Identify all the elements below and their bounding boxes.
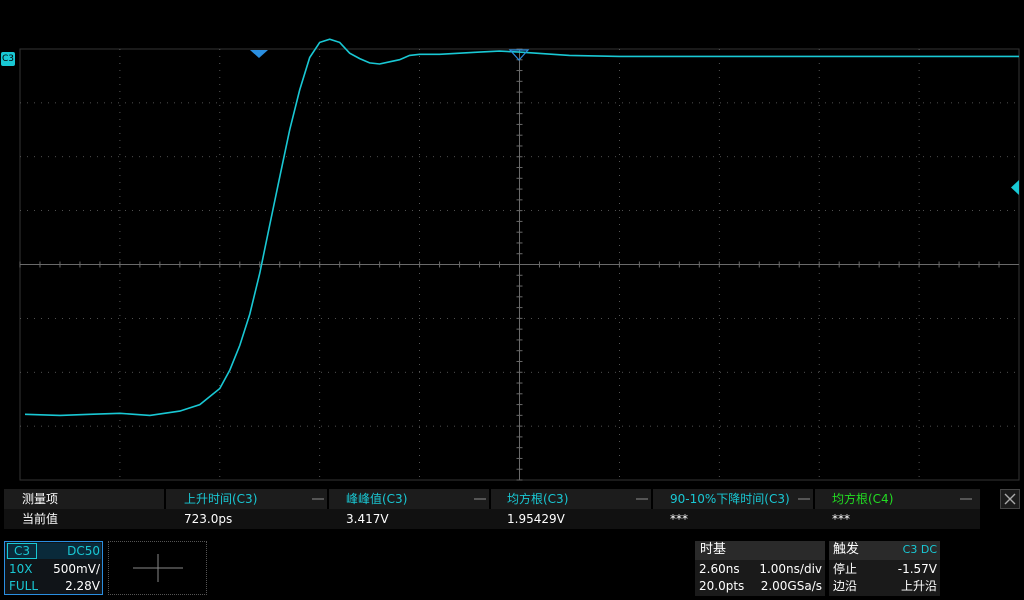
measurement-name-5[interactable]: 均方根(C4)	[832, 489, 893, 509]
memory-depth: 20.0pts	[699, 579, 745, 593]
vertical-offset: 2.28V	[65, 579, 100, 593]
measurement-table: 测量项 上升时间(C3) 峰峰值(C3) 均方根(C3) 90-10%下降时间(…	[4, 489, 1020, 534]
trigger-slope: 上升沿	[900, 579, 937, 593]
trigger-source: C3 DC	[902, 543, 937, 556]
trigger-type: 边沿	[833, 579, 858, 593]
channel-c3-indicator[interactable]: C3	[1, 52, 15, 66]
timebase-scale: 1.00ns/div	[759, 562, 822, 576]
measurement-value-1: 723.0ps	[184, 512, 233, 526]
menu-icon[interactable]	[960, 498, 972, 500]
add-channel-button[interactable]	[108, 541, 207, 595]
timebase-title: 时基	[700, 542, 727, 557]
waveform-display[interactable]	[0, 0, 1024, 482]
current-value-label: 当前值	[22, 512, 59, 526]
trigger-level-marker[interactable]	[1011, 180, 1019, 195]
measurement-value-3: 1.95429V	[507, 512, 565, 526]
close-measurements-button[interactable]	[1000, 489, 1020, 509]
graticule	[19, 48, 1020, 481]
measurement-value-row: 当前值 723.0ps 3.417V 1.95429V *** ***	[4, 509, 980, 529]
menu-icon[interactable]	[312, 498, 324, 500]
bandwidth-limit: FULL	[9, 579, 39, 593]
close-icon	[1004, 493, 1016, 505]
vertical-scale: 500mV/	[53, 562, 100, 576]
channel-label: C3	[7, 543, 37, 559]
measurement-name-1[interactable]: 上升时间(C3)	[184, 489, 257, 509]
channel-c3-settings[interactable]: C3 DC50 10X 500mV/ FULL 2.28V	[4, 541, 103, 595]
measurement-value-2: 3.417V	[346, 512, 389, 526]
measurement-item-label: 测量项	[22, 492, 59, 506]
measurement-name-3[interactable]: 均方根(C3)	[507, 489, 568, 509]
menu-icon[interactable]	[474, 498, 486, 500]
timebase-delay: 2.60ns	[699, 562, 740, 576]
acquisition-state: 停止	[833, 562, 858, 576]
menu-icon[interactable]	[636, 498, 648, 500]
trigger-position-marker[interactable]	[250, 50, 268, 58]
channel-coupling: DC50	[67, 544, 100, 558]
measurement-name-2[interactable]: 峰峰值(C3)	[346, 489, 407, 509]
measurement-value-5: ***	[832, 512, 850, 526]
channel-c3-trace	[24, 38, 1019, 417]
plus-icon	[133, 554, 183, 582]
measurement-value-4: ***	[670, 512, 688, 526]
probe-attenuation: 10X	[9, 562, 33, 576]
timebase-panel[interactable]: 时基 2.60ns 1.00ns/div 20.0pts 2.00GSa/s	[695, 541, 825, 596]
measurement-name-4[interactable]: 90-10%下降时间(C3)	[670, 489, 790, 509]
trigger-panel[interactable]: 触发 C3 DC 停止 -1.57V 边沿 上升沿	[829, 541, 940, 596]
menu-icon[interactable]	[798, 498, 810, 500]
trigger-level: -1.57V	[897, 562, 937, 576]
trigger-title: 触发	[833, 542, 860, 557]
sample-rate: 2.00GSa/s	[760, 579, 822, 593]
measurement-header-row: 测量项 上升时间(C3) 峰峰值(C3) 均方根(C3) 90-10%下降时间(…	[4, 489, 980, 509]
